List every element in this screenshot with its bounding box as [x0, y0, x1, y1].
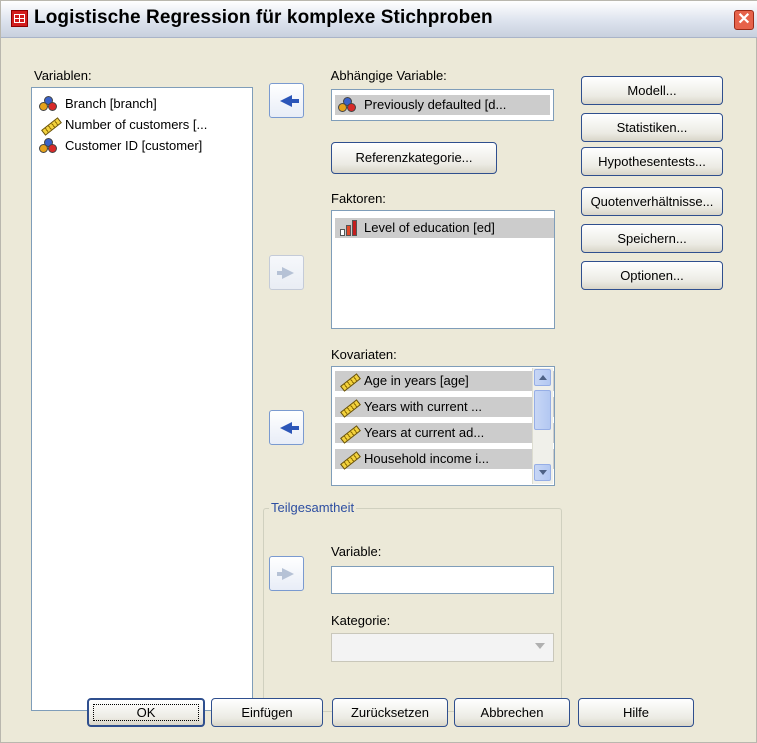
scroll-down-icon[interactable]: [534, 464, 551, 481]
focus-rectangle: [93, 704, 199, 721]
move-to-covariates-button[interactable]: [269, 410, 304, 445]
ok-button[interactable]: OK: [87, 698, 205, 727]
spss-table-icon: [11, 10, 28, 27]
dependent-label: AAbhängige Variable:: [330, 68, 447, 83]
paste-button[interactable]: Einfügen: [211, 698, 323, 727]
dialog-window: Logistische Regression für komplexe Stic…: [0, 0, 757, 743]
list-item-label: Level of education [ed]: [364, 220, 495, 235]
list-item-label: Years at current ad...: [364, 425, 485, 440]
cancel-button[interactable]: Abbrechen: [454, 698, 570, 727]
title-bar[interactable]: Logistische Regression für komplexe Stic…: [1, 1, 757, 38]
reset-button[interactable]: Zurücksetzen: [332, 698, 448, 727]
nominal-icon: [39, 96, 61, 112]
scale-icon: [338, 425, 360, 441]
covariates-list[interactable]: Age in years [age] Years with current ..…: [331, 366, 555, 486]
variables-label: Variablen:: [34, 68, 92, 83]
list-item-label: Customer ID [customer]: [65, 138, 203, 153]
list-item[interactable]: Level of education [ed]: [335, 218, 554, 238]
list-item[interactable]: Number of customers [...: [36, 115, 207, 135]
list-item-label: Number of customers [...: [65, 117, 208, 132]
help-button[interactable]: Hilfe: [578, 698, 694, 727]
model-button[interactable]: Modell...: [581, 76, 723, 105]
close-button[interactable]: ✕: [734, 10, 754, 30]
scroll-thumb[interactable]: [534, 390, 551, 430]
scale-icon: [338, 399, 360, 415]
move-to-subpopulation-button[interactable]: [269, 556, 304, 591]
list-item-label: Age in years [age]: [364, 373, 469, 388]
list-item-label: Years with current ...: [364, 399, 483, 414]
save-button[interactable]: Speichern...: [581, 224, 723, 253]
scale-icon: [338, 451, 360, 467]
list-item[interactable]: Age in years [age]: [335, 371, 554, 391]
ordinal-icon: [338, 220, 360, 236]
subpopulation-category-select[interactable]: [331, 633, 554, 662]
nominal-icon: [39, 138, 61, 154]
dependent-label-text: Abhängige Variable:: [330, 68, 447, 83]
subpopulation-category-label: Kategorie:: [331, 613, 391, 628]
list-item[interactable]: Customer ID [customer]: [36, 136, 202, 156]
factors-list[interactable]: Level of education [ed]: [331, 210, 555, 329]
statistics-button[interactable]: Statistiken...: [581, 113, 723, 142]
list-item[interactable]: Branch [branch]: [36, 94, 157, 114]
scale-icon: [39, 117, 61, 133]
subpopulation-title: Teilgesamtheit: [269, 500, 357, 515]
window-title: Logistische Regression für komplexe Stic…: [34, 7, 493, 28]
odds-ratios-button[interactable]: Quotenverhältnisse...: [581, 187, 723, 216]
move-to-factors-button[interactable]: [269, 255, 304, 290]
factors-label: Faktoren:: [331, 191, 386, 206]
list-item[interactable]: Previously defaulted [d...: [335, 95, 550, 115]
list-item-label: Previously defaulted [d...: [364, 97, 507, 112]
covariates-label: Kovariaten:: [331, 347, 397, 362]
hypothesis-tests-button[interactable]: Hypothesentests...: [581, 147, 723, 176]
dependent-variable-field[interactable]: Previously defaulted [d...: [331, 89, 554, 121]
chevron-down-icon: [535, 643, 545, 649]
variables-list[interactable]: Branch [branch] Number of customers [...…: [31, 87, 253, 711]
options-button[interactable]: Optionen...: [581, 261, 723, 290]
list-item-label: Household income i...: [364, 451, 490, 466]
scroll-up-icon[interactable]: [534, 369, 551, 386]
scale-icon: [338, 373, 360, 389]
subpopulation-group: [263, 508, 562, 712]
list-item[interactable]: Household income i...: [335, 449, 554, 469]
subpopulation-variable-label: Variable:: [331, 544, 382, 559]
subpopulation-variable-field[interactable]: [331, 566, 554, 594]
reference-category-button[interactable]: Referenzkategorie...: [331, 142, 497, 174]
list-item[interactable]: Years at current ad...: [335, 423, 554, 443]
covariates-scrollbar[interactable]: [532, 368, 553, 484]
nominal-icon: [338, 97, 360, 113]
move-to-dependent-button[interactable]: [269, 83, 304, 118]
list-item-label: Branch [branch]: [65, 96, 157, 111]
list-item[interactable]: Years with current ...: [335, 397, 554, 417]
